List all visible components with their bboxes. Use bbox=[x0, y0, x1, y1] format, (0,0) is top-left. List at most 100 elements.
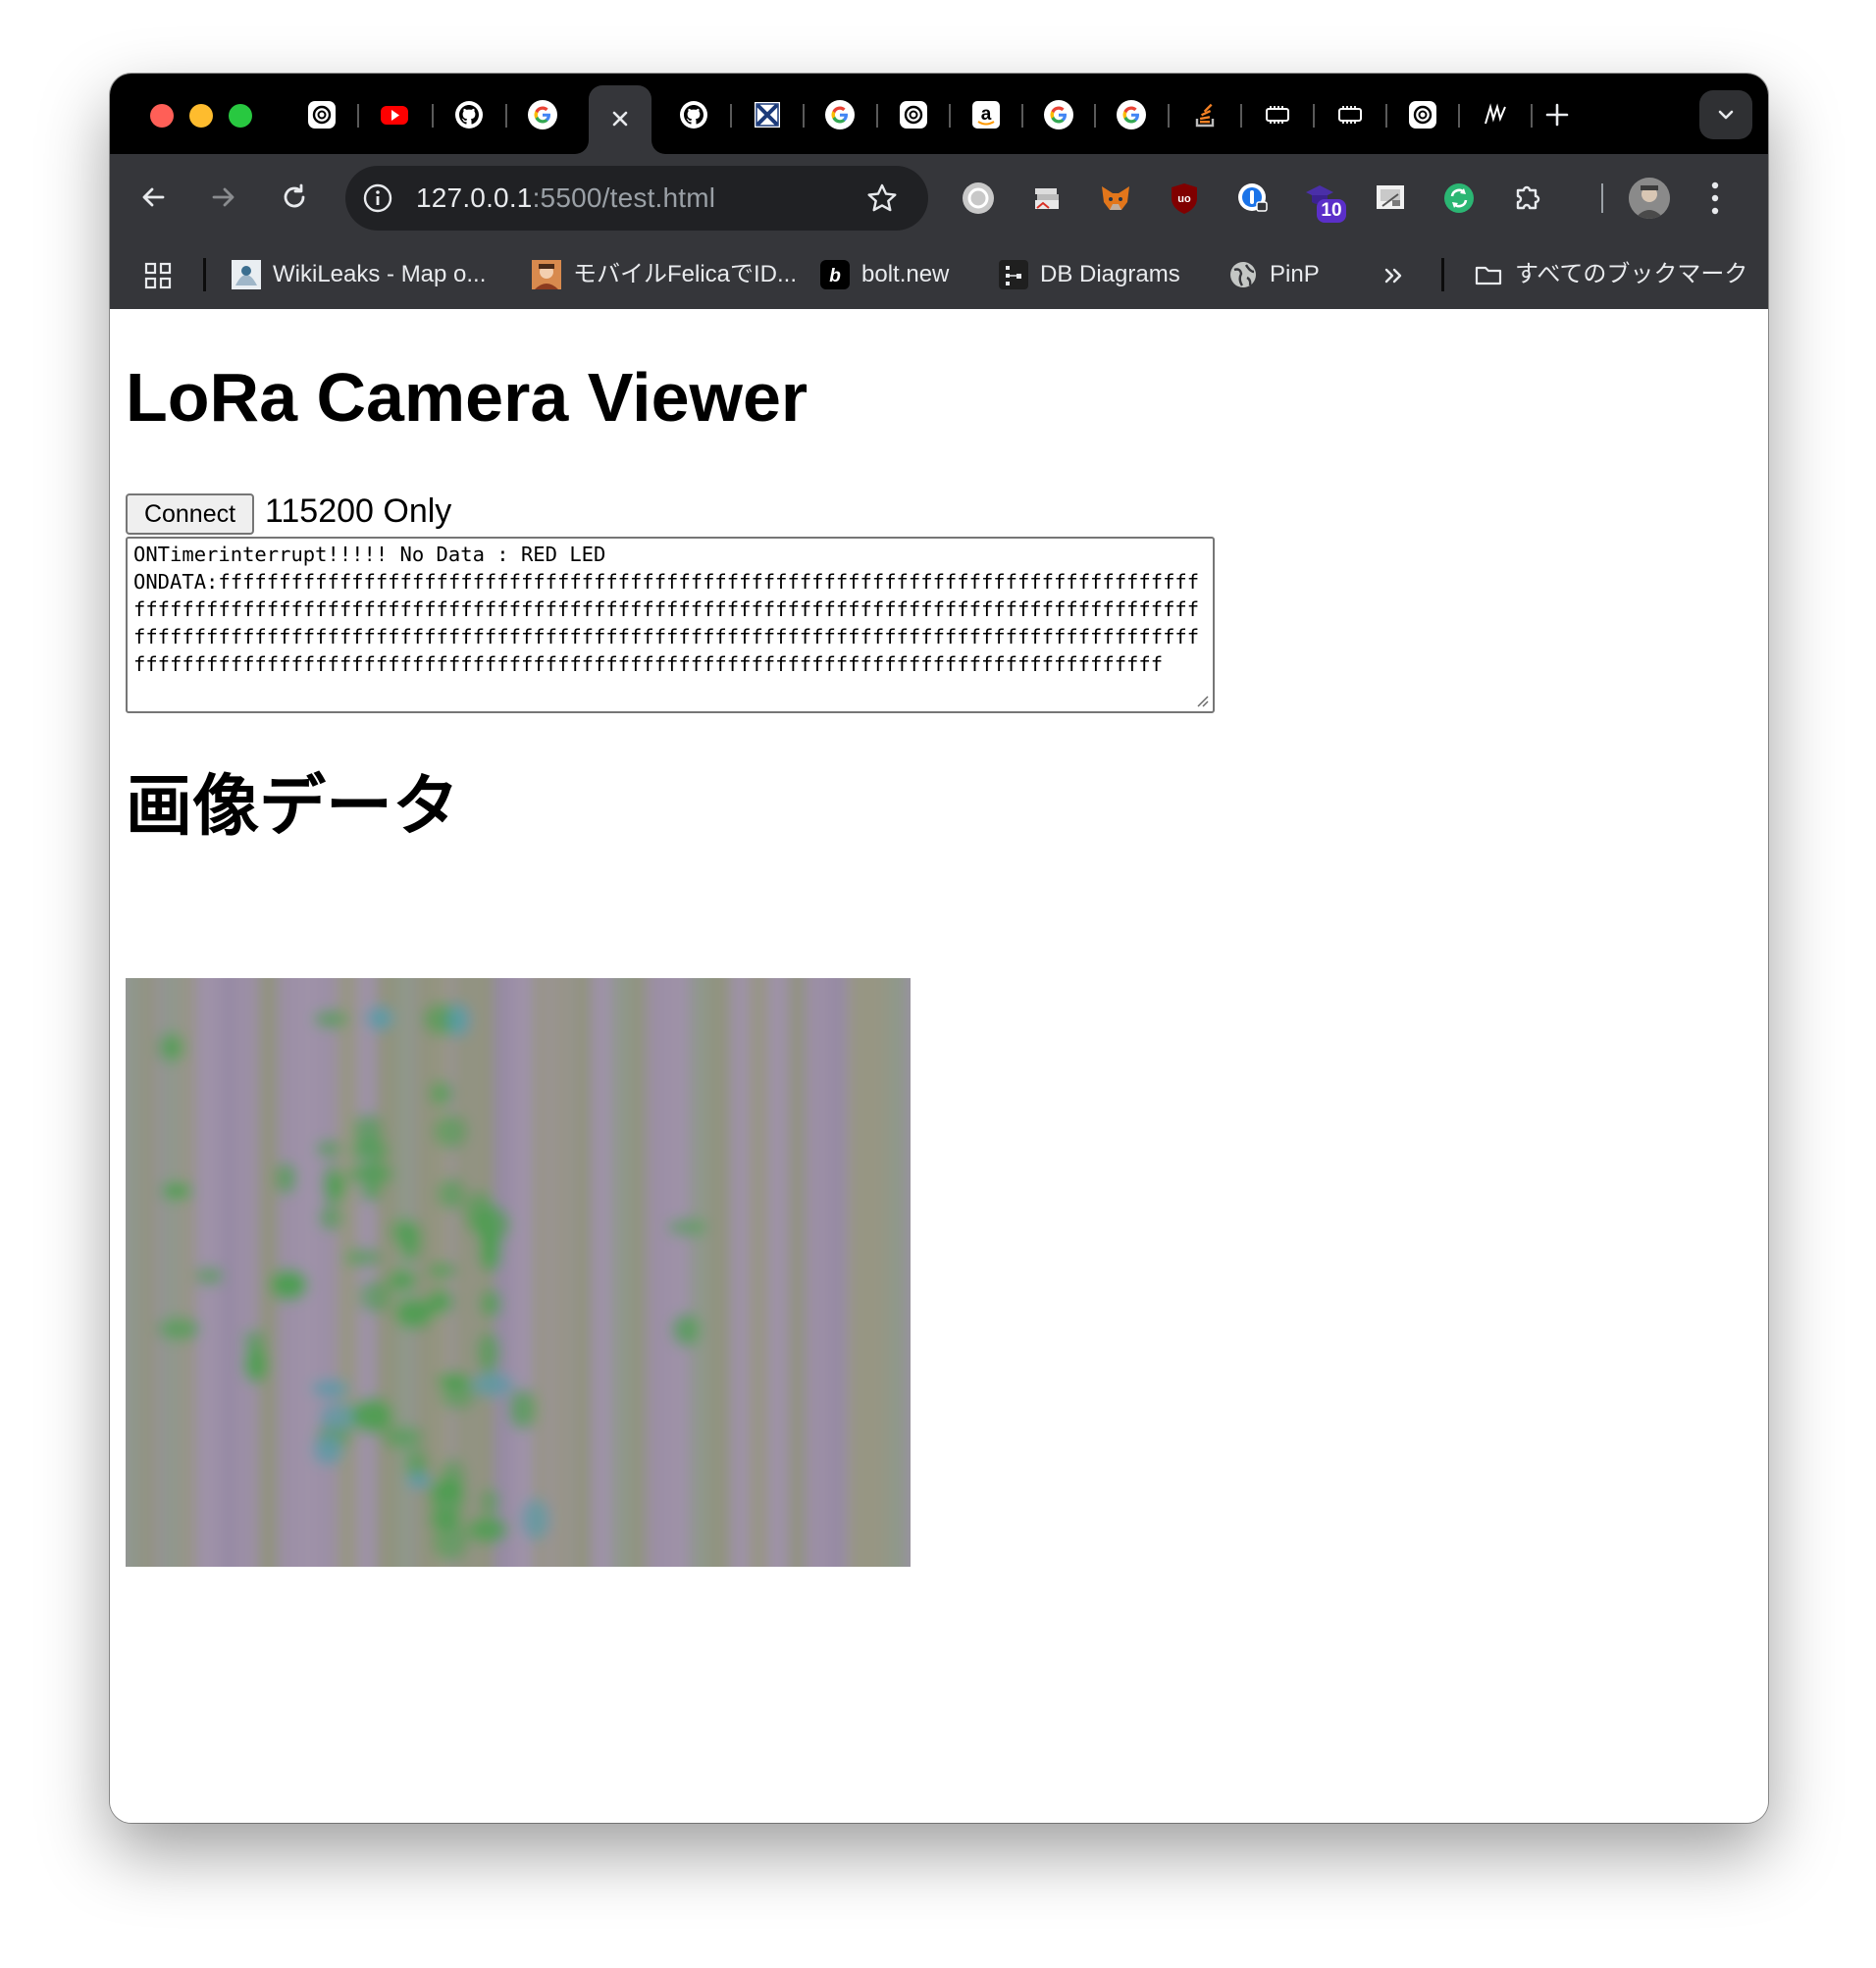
google-icon bbox=[1044, 100, 1073, 129]
camera-image-stripe bbox=[141, 978, 157, 1567]
camera-image-blob bbox=[366, 1006, 393, 1031]
camera-image-blob bbox=[437, 1372, 472, 1390]
camera-image-blob bbox=[388, 1269, 418, 1292]
camera-image-blob bbox=[464, 1191, 495, 1235]
maximize-window-button[interactable] bbox=[229, 104, 252, 128]
tab-google[interactable] bbox=[526, 98, 559, 131]
github-icon bbox=[455, 101, 483, 129]
tab-chatgpt-3[interactable] bbox=[1406, 98, 1439, 131]
back-button[interactable] bbox=[133, 178, 173, 217]
close-icon[interactable] bbox=[606, 105, 634, 132]
url-text[interactable]: 127.0.0.1:5500/test.html bbox=[416, 182, 715, 214]
all-bookmarks-button[interactable]: すべてのブックマーク bbox=[1474, 256, 1747, 293]
camera-image-stripe bbox=[318, 978, 334, 1567]
tab-youtube[interactable] bbox=[378, 98, 411, 131]
tab-separator bbox=[1021, 104, 1023, 128]
tab-chip[interactable] bbox=[1261, 98, 1294, 131]
bookmarks-bar: WikiLeaks - Map o... モバイルFelicaでID... b … bbox=[110, 240, 1768, 309]
grammar-icon bbox=[963, 182, 994, 214]
extension-password[interactable] bbox=[1234, 180, 1272, 217]
tab-google-3[interactable] bbox=[1042, 98, 1075, 131]
tab-search-button[interactable] bbox=[1699, 90, 1752, 139]
tab-separator bbox=[1313, 104, 1315, 128]
new-tab-icon[interactable] bbox=[1542, 100, 1572, 129]
tab-chip-2[interactable] bbox=[1333, 98, 1367, 131]
tab-active[interactable] bbox=[589, 85, 651, 154]
svg-text:a: a bbox=[981, 104, 992, 125]
bookmarks-separator bbox=[203, 258, 206, 291]
password-icon bbox=[1238, 183, 1268, 212]
page-title: LoRa Camera Viewer bbox=[126, 359, 808, 436]
tab-google-4[interactable] bbox=[1115, 98, 1148, 131]
db-diagram-icon bbox=[999, 260, 1028, 289]
extension-stack[interactable] bbox=[1028, 180, 1066, 217]
chevron-double-right-icon[interactable] bbox=[1381, 262, 1408, 289]
bookmark-wikileaks[interactable]: WikiLeaks - Map o... bbox=[232, 256, 486, 293]
tab-separator bbox=[1385, 104, 1387, 128]
extension-screenshot[interactable] bbox=[1372, 180, 1409, 217]
tab-x[interactable] bbox=[751, 98, 784, 131]
camera-image-blob bbox=[343, 1248, 383, 1267]
forward-button[interactable] bbox=[204, 178, 243, 217]
extension-sync[interactable] bbox=[1440, 180, 1478, 217]
baud-rate-note: 115200 Only bbox=[265, 492, 452, 530]
tab-separator bbox=[1094, 104, 1096, 128]
tab-m[interactable] bbox=[1479, 98, 1512, 131]
address-bar[interactable]: 127.0.0.1:5500/test.html bbox=[345, 166, 928, 231]
camera-image-stripe bbox=[298, 978, 318, 1567]
extension-ublock[interactable]: uo bbox=[1166, 180, 1203, 217]
image-data-heading: 画像データ bbox=[126, 768, 460, 846]
camera-image-stripe bbox=[632, 978, 648, 1567]
minimize-window-button[interactable] bbox=[189, 104, 213, 128]
connect-button[interactable]: Connect bbox=[126, 493, 254, 535]
camera-image-blob bbox=[667, 1217, 707, 1237]
more-menu-icon[interactable] bbox=[1709, 180, 1721, 217]
camera-image-blob bbox=[354, 1161, 394, 1187]
apps-grid-icon[interactable] bbox=[143, 261, 173, 290]
tab-amazon[interactable]: a bbox=[969, 98, 1003, 131]
camera-image bbox=[126, 978, 911, 1567]
bookmarks-separator bbox=[1441, 258, 1444, 291]
extension-graduation[interactable]: 10 bbox=[1303, 180, 1346, 223]
bookmark-star-icon[interactable] bbox=[865, 181, 899, 215]
camera-image-blob bbox=[447, 1003, 470, 1037]
tab-chatgpt[interactable] bbox=[305, 98, 339, 131]
close-window-button[interactable] bbox=[150, 104, 174, 128]
bookmark-felica[interactable]: モバイルFelicaでID... bbox=[532, 256, 797, 293]
bookmark-bolt[interactable]: b bolt.new bbox=[820, 256, 949, 293]
camera-image-stripe bbox=[220, 978, 236, 1567]
tab-github-2[interactable] bbox=[677, 98, 710, 131]
reload-button[interactable] bbox=[275, 178, 314, 217]
tab-stackoverflow[interactable] bbox=[1188, 98, 1222, 131]
resize-handle-icon[interactable] bbox=[1193, 692, 1209, 707]
serial-log-text: ONTimerinterrupt!!!!! No Data : RED LED … bbox=[133, 543, 1200, 676]
google-icon bbox=[1117, 100, 1146, 129]
chatgpt-icon bbox=[1409, 101, 1436, 129]
site-info-icon[interactable] bbox=[361, 181, 394, 215]
bookmark-pinp[interactable]: PinP bbox=[1228, 256, 1320, 293]
camera-image-blob bbox=[427, 1263, 457, 1279]
arrow-right-icon bbox=[212, 187, 234, 207]
tab-github[interactable] bbox=[452, 98, 486, 131]
camera-image-blob bbox=[429, 1477, 466, 1518]
camera-image-blob bbox=[508, 1388, 537, 1430]
camera-image-blob bbox=[672, 1313, 701, 1347]
tab-separator bbox=[1531, 104, 1533, 128]
extensions-menu-button[interactable] bbox=[1509, 180, 1546, 217]
person-avatar-icon bbox=[1629, 178, 1670, 219]
bolt-icon: b bbox=[820, 260, 850, 289]
tab-google-2[interactable] bbox=[823, 98, 857, 131]
tab-separator bbox=[1458, 104, 1460, 128]
extension-metamask[interactable] bbox=[1097, 180, 1134, 217]
ublock-icon: uo bbox=[1172, 183, 1197, 214]
profile-avatar[interactable] bbox=[1629, 178, 1670, 219]
bookmark-label: WikiLeaks - Map o... bbox=[273, 261, 487, 287]
camera-image-blob bbox=[319, 1205, 342, 1231]
extension-grammar[interactable] bbox=[960, 180, 997, 217]
bookmark-label: DB Diagrams bbox=[1040, 261, 1180, 287]
camera-image-stripe bbox=[848, 978, 870, 1567]
camera-image-stripe bbox=[126, 978, 140, 1567]
tab-chatgpt-2[interactable] bbox=[897, 98, 930, 131]
serial-log-textarea[interactable]: ONTimerinterrupt!!!!! No Data : RED LED … bbox=[126, 537, 1215, 713]
bookmark-db-diagrams[interactable]: DB Diagrams bbox=[999, 256, 1180, 293]
